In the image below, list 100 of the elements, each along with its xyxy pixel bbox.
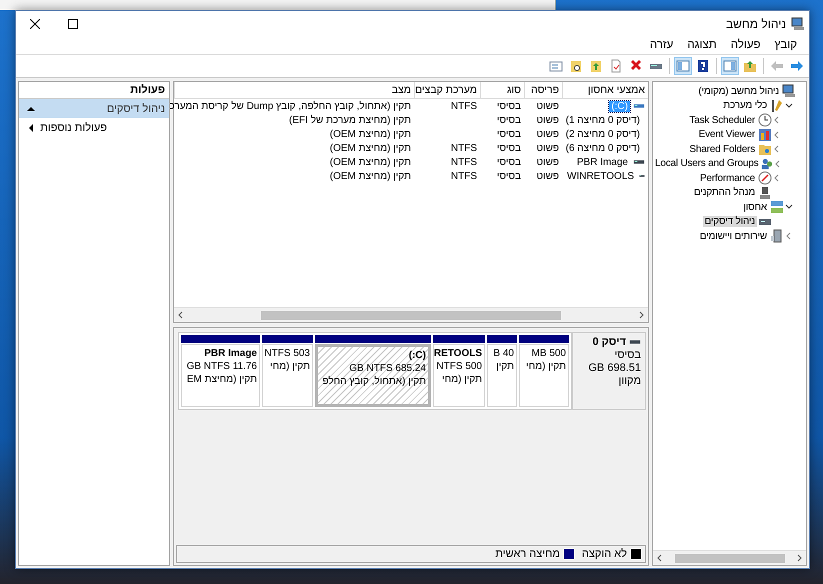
partition-name: PBR Image — [204, 347, 257, 360]
partition-header — [487, 335, 517, 343]
partition-status: תקין (מחי — [270, 360, 310, 373]
back-arrow-icon — [770, 59, 784, 73]
table-cell: פשוט — [536, 114, 559, 126]
chevron-left-icon[interactable] — [773, 130, 781, 139]
partition-size: 503 NTFS — [264, 347, 310, 360]
chevron-left-icon[interactable] — [774, 160, 782, 168]
tree-item[interactable]: ניהול דיסקים — [702, 216, 757, 228]
disk-type: בסיסי — [613, 349, 641, 361]
chevron-left-icon[interactable] — [785, 232, 793, 240]
list-icon — [549, 59, 563, 73]
tree-item[interactable]: Performance — [698, 172, 757, 184]
volume-name[interactable]: (דיסק 0 מחיצה 1) — [564, 114, 642, 126]
chevron-left-icon[interactable] — [773, 116, 781, 124]
table-cell: תקין (מחיצת OEM) — [330, 156, 411, 168]
tree-item[interactable]: ניהול מחשב (מקומי) — [696, 86, 781, 97]
table-cell: בסיסי — [496, 114, 521, 126]
chevron-down-icon[interactable] — [785, 102, 793, 110]
volume-name[interactable]: (דיסק 0 מחיצה 6) — [564, 142, 642, 154]
scroll-left-icon[interactable] — [177, 311, 183, 319]
column-header[interactable]: מצב — [174, 82, 414, 98]
partition-size: 685.24 GB NTFS — [349, 362, 426, 375]
tree-item[interactable]: שירותים ויישומים — [698, 230, 769, 242]
partition-header — [262, 335, 313, 343]
horizontal-scrollbar[interactable] — [174, 307, 648, 322]
partition-status: תקין — [496, 360, 514, 373]
action-item[interactable]: ניהול דיסקים — [19, 99, 169, 118]
close-icon — [30, 18, 40, 28]
chevron-left-icon[interactable] — [773, 174, 781, 182]
legend-label: לא הוקצה — [582, 548, 627, 560]
menu-item[interactable]: עזרה — [644, 39, 680, 51]
folder-search-icon — [569, 59, 583, 73]
table-cell: פשוט — [536, 170, 559, 182]
partition-name: (C:) — [408, 349, 426, 362]
table-cell: בסיסי — [496, 170, 521, 182]
action-pane-icon — [676, 59, 690, 73]
legend-label: מחיצה ראשית — [495, 548, 560, 560]
gauge-icon — [758, 171, 772, 186]
partition-size: 500 NTFS — [436, 360, 482, 373]
scroll-right-icon[interactable] — [639, 311, 645, 319]
partition-header — [433, 335, 485, 343]
volume-name[interactable]: (דיסק 0 מחיצה 2) — [564, 128, 642, 140]
partition-size: 40 B — [493, 347, 514, 360]
window-title: ניהול מחשב — [726, 16, 786, 30]
menu-item[interactable]: פעולה — [724, 39, 767, 51]
table-cell: תקין (מחיצת OEM) — [330, 170, 411, 182]
partition-size: 500 MB — [532, 347, 566, 360]
tree-item[interactable]: מנהל ההתקנים — [692, 187, 757, 198]
disk-size: 698.51 GB — [587, 362, 641, 374]
table-cell: תקין (אתחול, קובץ החלפה, קובץ Dump של קריסת המערכ — [169, 100, 411, 112]
partition-size: 11.76 GB NTFS — [186, 360, 257, 373]
table-cell: בסיסי — [496, 100, 521, 112]
column-header[interactable]: פריסה — [524, 82, 562, 98]
toolbar-button[interactable] — [674, 57, 692, 75]
horizontal-scrollbar[interactable] — [653, 550, 806, 565]
help-icon — [696, 59, 710, 73]
users-icon — [761, 156, 774, 171]
tree-item[interactable]: Task Scheduler — [687, 114, 757, 126]
volume-name[interactable]: WINRETOOLS — [565, 170, 636, 182]
chevron-down-icon[interactable] — [785, 203, 793, 212]
disk-status: מקוון — [617, 375, 641, 387]
scroll-right-icon[interactable] — [797, 554, 803, 562]
expand-arrow-icon[interactable] — [27, 124, 35, 132]
partition-name: RETOOLS — [434, 347, 482, 360]
server-icon — [770, 229, 784, 244]
event-log-icon — [758, 128, 772, 142]
tree-item[interactable]: Event Viewer — [696, 129, 757, 140]
scroll-left-icon[interactable] — [656, 554, 662, 562]
table-cell: בסיסי — [496, 156, 521, 168]
menu-item[interactable]: תצוגה — [681, 39, 723, 51]
partition-status: תקין (אתחול, קובץ החלפ — [322, 375, 426, 388]
table-cell: תקין (מחיצת OEM) — [330, 128, 411, 140]
chevron-left-icon[interactable] — [773, 145, 781, 154]
folder-up-icon — [743, 59, 757, 73]
table-cell: פשוט — [536, 156, 559, 168]
column-header[interactable]: אמצעי אחסון — [562, 82, 648, 98]
storage-icon — [770, 200, 784, 214]
column-header[interactable]: מערכת קבצים — [414, 82, 480, 98]
table-cell: פשוט — [536, 142, 559, 154]
forward-arrow-icon — [790, 59, 804, 73]
device-icon — [758, 186, 772, 200]
table-cell: פשוט — [536, 128, 559, 140]
table-cell: NTFS — [450, 170, 477, 182]
partition-status: תקין (מחי — [526, 360, 566, 373]
tree-item[interactable]: Local Users and Groups — [653, 158, 760, 170]
toolbar-button[interactable] — [721, 57, 739, 75]
partition-status: תקין (מחי — [442, 373, 482, 386]
tree-item[interactable]: כלי מערכת — [721, 100, 769, 112]
table-cell: בסיסי — [496, 128, 521, 140]
tree-item[interactable]: אחסון — [741, 202, 769, 213]
column-header[interactable]: סוג — [480, 82, 524, 98]
volume-name[interactable]: PBR Image — [574, 156, 630, 168]
computer-management-icon — [791, 16, 805, 30]
clock-icon — [758, 113, 772, 128]
menu-item[interactable]: קובץ — [768, 39, 803, 51]
table-cell: תקין (מחיצת מערכת של EFI) — [289, 114, 411, 126]
tree-item[interactable]: Shared Folders — [687, 144, 757, 155]
collapse-arrow-icon[interactable] — [27, 104, 35, 112]
table-cell: NTFS — [450, 142, 477, 154]
